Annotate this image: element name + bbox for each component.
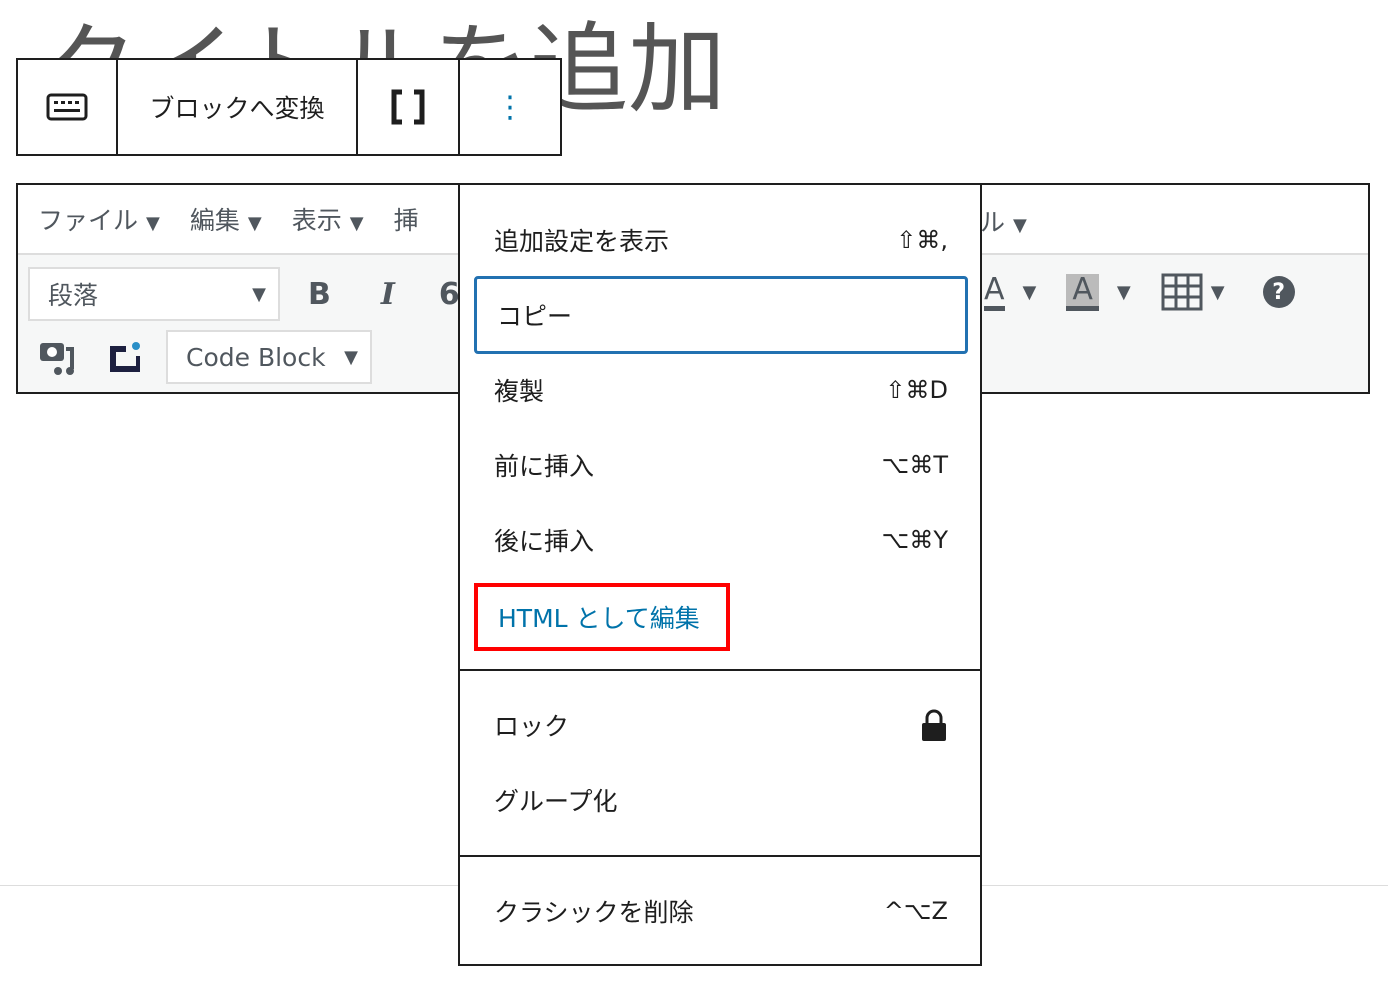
background-color-dropdown[interactable]: ▼	[1117, 282, 1131, 303]
media-camera-icon[interactable]	[38, 337, 78, 377]
menu-item-insert-after[interactable]: 後に挿入 ⌥⌘Y	[474, 505, 968, 575]
vertical-ellipsis-icon[interactable]: ⋮	[460, 60, 560, 154]
text-color-button[interactable]: A	[984, 273, 1005, 311]
menu-insert[interactable]: 挿	[394, 201, 419, 237]
text-color-dropdown[interactable]: ▼	[1023, 282, 1037, 303]
bold-button[interactable]: B	[308, 277, 331, 312]
block-toolbar: ブロックへ変換 ⋮	[16, 58, 562, 156]
menu-separator	[460, 855, 980, 857]
format-select[interactable]: 段落 ▼	[28, 267, 280, 321]
italic-button[interactable]: I	[381, 277, 395, 312]
menu-table[interactable]: ル ▼	[980, 203, 1027, 239]
menu-item-group[interactable]: グループ化	[474, 765, 968, 835]
menu-view[interactable]: 表示 ▼	[292, 201, 364, 237]
menu-item-edit-as-html[interactable]: HTML として編集	[474, 583, 730, 651]
menu-file[interactable]: ファイル ▼	[38, 201, 160, 237]
code-block-plugin-icon[interactable]	[108, 340, 142, 374]
menu-item-show-more-settings[interactable]: 追加設定を表示 ⇧⌘,	[474, 205, 968, 275]
convert-to-blocks-button[interactable]: ブロックへ変換	[118, 60, 358, 154]
menu-item-copy[interactable]: コピー	[474, 276, 968, 354]
block-options-menu: 追加設定を表示 ⇧⌘, コピー 複製 ⇧⌘D 前に挿入 ⌥⌘T 後に挿入 ⌥⌘Y HTM…	[458, 183, 982, 966]
table-icon[interactable]	[1161, 273, 1203, 311]
help-icon[interactable]: ?	[1262, 276, 1295, 308]
code-block-select[interactable]: Code Block ▼	[166, 330, 372, 384]
keyboard-icon	[46, 93, 88, 121]
fullscreen-button[interactable]	[358, 60, 460, 154]
menu-item-lock[interactable]: ロック	[474, 690, 968, 760]
table-dropdown[interactable]: ▼	[1211, 282, 1225, 303]
menu-separator	[460, 669, 980, 671]
keyboard-button[interactable]	[18, 60, 118, 154]
menu-item-insert-before[interactable]: 前に挿入 ⌥⌘T	[474, 430, 968, 500]
background-color-button[interactable]: A	[1066, 273, 1099, 311]
lock-icon	[922, 709, 946, 741]
brackets-icon	[391, 89, 425, 125]
menu-item-duplicate[interactable]: 複製 ⇧⌘D	[474, 355, 968, 425]
menu-item-remove-classic[interactable]: クラシックを削除 ^⌥Z	[474, 876, 968, 946]
menu-edit[interactable]: 編集 ▼	[190, 201, 262, 237]
